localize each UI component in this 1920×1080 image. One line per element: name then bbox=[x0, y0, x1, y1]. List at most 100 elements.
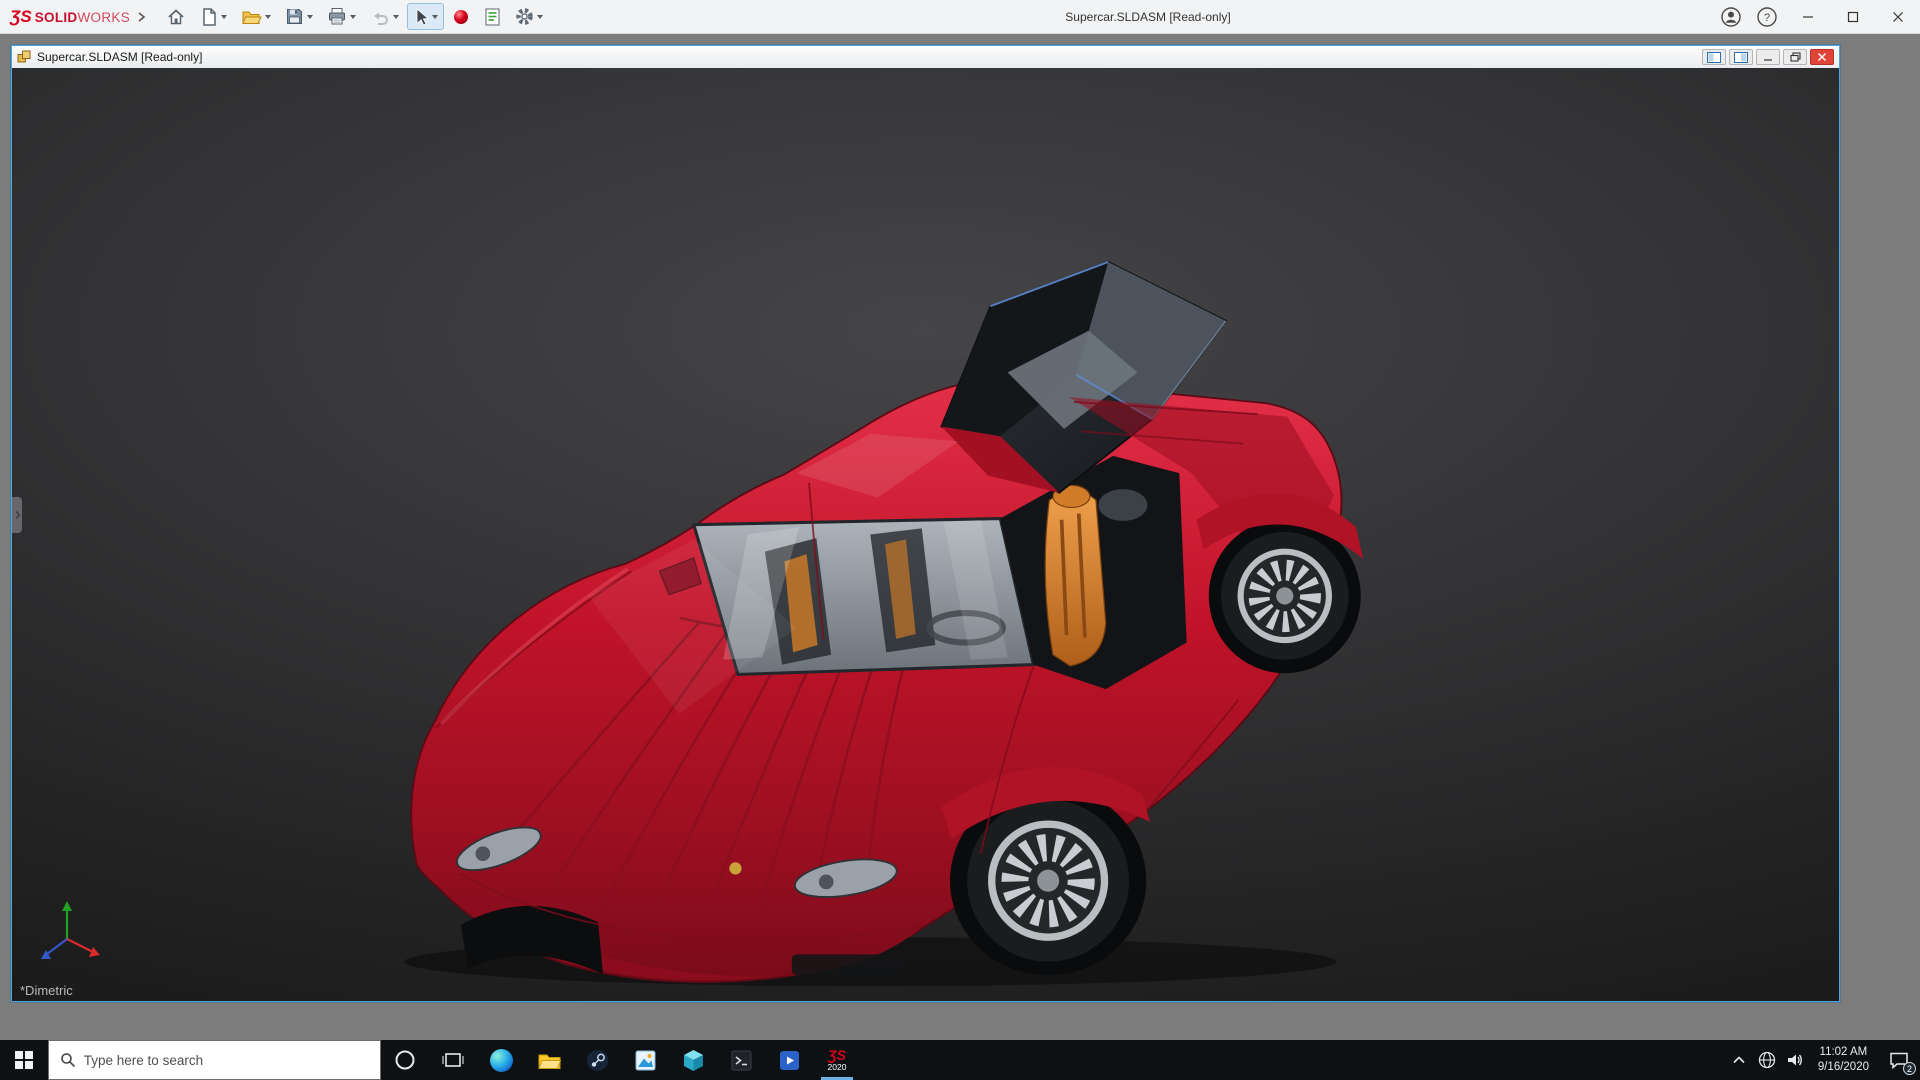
home-icon bbox=[166, 7, 186, 27]
solidworks-2020-icon: ƷS 2020 bbox=[828, 1048, 847, 1072]
minimize-icon bbox=[1763, 53, 1773, 62]
save-button[interactable] bbox=[279, 3, 319, 30]
home-button[interactable] bbox=[160, 3, 192, 30]
options-button[interactable] bbox=[509, 3, 549, 30]
edge-icon bbox=[490, 1049, 513, 1072]
speaker-icon bbox=[1786, 1052, 1804, 1068]
volume-button[interactable] bbox=[1781, 1040, 1809, 1080]
command-prompt-icon bbox=[731, 1050, 752, 1071]
solidworks-logo-icon: ƷS bbox=[10, 7, 32, 27]
search-input[interactable] bbox=[84, 1053, 369, 1068]
select-button[interactable] bbox=[407, 3, 444, 30]
solidworks-logo: ƷS SOLID WORKS bbox=[10, 7, 130, 27]
maximize-button[interactable] bbox=[1830, 0, 1875, 34]
print-button[interactable] bbox=[321, 3, 362, 30]
mdi-area: Supercar.SLDASM [Read-only] bbox=[0, 34, 1920, 1040]
graphics-viewport[interactable]: *Dimetric bbox=[12, 68, 1839, 1001]
dropdown-caret bbox=[537, 15, 543, 19]
svg-text:?: ? bbox=[1764, 12, 1770, 24]
taskbar-search[interactable] bbox=[48, 1040, 381, 1080]
taskbar-clock[interactable]: 11:02 AM 9/16/2020 bbox=[1809, 1040, 1878, 1080]
pane-left-button[interactable] bbox=[1702, 49, 1726, 65]
search-icon bbox=[60, 1052, 75, 1068]
solidworks-titlebar: ƷS SOLID WORKS bbox=[0, 0, 1920, 34]
steam-button[interactable] bbox=[573, 1040, 621, 1080]
appearance-sphere-icon bbox=[452, 8, 470, 26]
undo-icon bbox=[370, 8, 390, 26]
menu-expand-button[interactable] bbox=[136, 11, 146, 23]
help-icon: ? bbox=[1756, 6, 1778, 28]
edge-button[interactable] bbox=[477, 1040, 525, 1080]
system-tray: 11:02 AM 9/16/2020 2 bbox=[1725, 1040, 1920, 1080]
windows-logo-icon bbox=[15, 1051, 33, 1069]
split-pane-left-icon bbox=[1707, 52, 1721, 63]
clock-time: 11:02 AM bbox=[1820, 1045, 1868, 1060]
user-account-icon bbox=[1720, 6, 1742, 28]
close-button[interactable] bbox=[1875, 0, 1920, 34]
document-title: Supercar.SLDASM [Read-only] bbox=[37, 50, 202, 64]
file-explorer-button[interactable] bbox=[525, 1040, 573, 1080]
file-explorer-icon bbox=[538, 1051, 561, 1070]
file-properties-button[interactable] bbox=[478, 3, 507, 30]
dropdown-caret bbox=[393, 15, 399, 19]
select-cursor-icon bbox=[413, 7, 429, 27]
clock-date: 9/16/2020 bbox=[1818, 1060, 1869, 1075]
document-window: Supercar.SLDASM [Read-only] bbox=[11, 45, 1840, 1002]
dropdown-caret bbox=[221, 15, 227, 19]
quick-access-toolbar bbox=[160, 3, 549, 30]
task-view-icon bbox=[442, 1051, 464, 1069]
brand-solid-text: SOLID bbox=[35, 10, 78, 25]
solidworks-glyph: ƷS bbox=[828, 1048, 846, 1062]
pane-right-button[interactable] bbox=[1729, 49, 1753, 65]
help-button[interactable]: ? bbox=[1749, 0, 1785, 34]
network-button[interactable] bbox=[1753, 1040, 1781, 1080]
doc-close-button[interactable] bbox=[1810, 49, 1834, 65]
gear-icon bbox=[515, 7, 534, 26]
supercar-model bbox=[12, 68, 1839, 1001]
open-folder-icon bbox=[241, 8, 262, 26]
dropdown-caret bbox=[307, 15, 313, 19]
cortana-icon bbox=[394, 1049, 416, 1071]
desktop: ƷS SOLID WORKS bbox=[0, 0, 1920, 1080]
restore-icon bbox=[1790, 52, 1801, 62]
task-view-button[interactable] bbox=[429, 1040, 477, 1080]
photos-icon bbox=[635, 1050, 656, 1071]
photos-button[interactable] bbox=[621, 1040, 669, 1080]
minimize-icon bbox=[1802, 11, 1814, 23]
doc-minimize-button[interactable] bbox=[1756, 49, 1780, 65]
minimize-button[interactable] bbox=[1785, 0, 1830, 34]
app-window-controls: ? bbox=[1713, 0, 1920, 34]
globe-network-icon bbox=[1758, 1051, 1776, 1069]
feature-tree-flyout-tab[interactable] bbox=[12, 497, 22, 533]
close-icon bbox=[1817, 52, 1827, 62]
assembly-icon bbox=[17, 50, 31, 64]
document-window-controls bbox=[1702, 49, 1834, 65]
split-pane-right-icon bbox=[1734, 52, 1748, 63]
doc-restore-button[interactable] bbox=[1783, 49, 1807, 65]
chevron-up-icon bbox=[1732, 1055, 1746, 1065]
tray-expand-button[interactable] bbox=[1725, 1040, 1753, 1080]
edrawings-button[interactable] bbox=[669, 1040, 717, 1080]
view-orientation-label: *Dimetric bbox=[20, 983, 73, 998]
action-center-button[interactable]: 2 bbox=[1878, 1040, 1920, 1080]
open-button[interactable] bbox=[235, 3, 277, 30]
chevron-right-icon bbox=[14, 510, 21, 520]
command-prompt-button[interactable] bbox=[717, 1040, 765, 1080]
start-button[interactable] bbox=[0, 1040, 48, 1080]
account-button[interactable] bbox=[1713, 0, 1749, 34]
notification-badge: 2 bbox=[1903, 1062, 1916, 1075]
dropdown-caret bbox=[432, 15, 438, 19]
window-title: Supercar.SLDASM [Read-only] bbox=[1065, 0, 1230, 34]
save-icon bbox=[285, 7, 304, 26]
document-titlebar[interactable]: Supercar.SLDASM [Read-only] bbox=[12, 46, 1839, 68]
solidworks-year-badge: 2020 bbox=[828, 1063, 847, 1072]
media-player-button[interactable] bbox=[765, 1040, 813, 1080]
edit-appearance-button[interactable] bbox=[446, 3, 476, 30]
cortana-button[interactable] bbox=[381, 1040, 429, 1080]
print-icon bbox=[327, 7, 347, 26]
undo-button[interactable] bbox=[364, 3, 405, 30]
solidworks-taskbar-button[interactable]: ƷS 2020 bbox=[813, 1040, 861, 1080]
new-document-button[interactable] bbox=[194, 3, 233, 30]
maximize-icon bbox=[1847, 11, 1859, 23]
orientation-triad[interactable] bbox=[34, 897, 104, 969]
